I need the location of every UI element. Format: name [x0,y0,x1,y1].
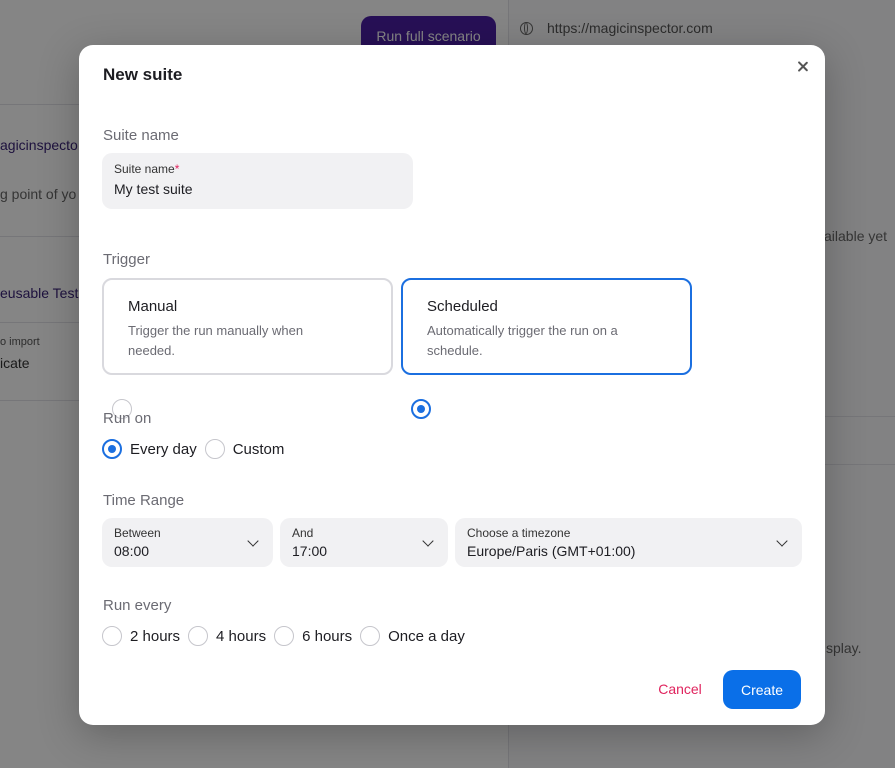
run-every-section-label: Run every [103,597,172,614]
radio-label: 2 hours [130,627,181,645]
radio-label: Custom [232,440,285,458]
card-description: Trigger the run manually when needed. [128,323,304,358]
card-description: Automatically trigger the run on a sched… [427,323,618,358]
close-icon[interactable] [793,57,813,77]
run-on-custom[interactable]: Custom [204,439,285,459]
create-button[interactable]: Create [723,670,801,709]
run-on-every-day[interactable]: Every day [102,439,197,459]
between-value: 08:00 [114,543,150,559]
run-on-section-label: Run on [103,410,152,427]
radio-label: Every day [130,440,197,458]
between-label: Between [114,526,161,540]
suite-name-label: Suite name* [114,162,180,176]
between-select[interactable]: Between 08:00 [102,518,273,567]
required-mark: * [174,162,180,176]
scheduled-radio[interactable] [411,399,431,419]
suite-name-input[interactable]: My test suite [114,181,401,197]
card-title: Manual [128,298,178,315]
time-range-section-label: Time Range [103,492,185,509]
timezone-select[interactable]: Choose a timezone Europe/Paris (GMT+01:0… [455,518,802,567]
trigger-section-label: Trigger [103,251,150,268]
new-suite-modal: New suite Suite name Suite name* My test… [79,45,825,725]
radio-button[interactable] [360,626,381,646]
suite-name-field[interactable]: Suite name* My test suite [102,153,413,209]
run-every-4-hours[interactable]: 4 hours [188,626,266,646]
and-label: And [292,526,314,540]
and-value: 17:00 [292,543,328,559]
run-every-once-a-day[interactable]: Once a day [360,626,465,646]
radio-button[interactable] [274,626,295,646]
and-select[interactable]: And 17:00 [280,518,448,567]
radio-label: 4 hours [216,627,267,645]
radio-button[interactable] [188,626,209,646]
card-title: Scheduled [427,298,498,315]
trigger-card-scheduled[interactable]: Scheduled Automatically trigger the run … [401,278,692,419]
run-every-2-hours[interactable]: 2 hours [102,626,180,646]
run-on-options: Every day Custom [102,439,292,459]
radio-button[interactable] [102,626,122,646]
suite-name-section-label: Suite name [103,127,179,144]
timezone-value: Europe/Paris (GMT+01:00) [467,543,636,559]
cancel-button[interactable]: Cancel [638,670,722,708]
radio-label: 6 hours [302,627,353,645]
run-every-options: 2 hours 4 hours 6 hours Once a day [102,626,473,646]
modal-title: New suite [103,65,183,84]
radio-label: Once a day [388,627,465,645]
custom-radio[interactable] [204,439,225,459]
every-day-radio[interactable] [102,439,122,459]
run-every-6-hours[interactable]: 6 hours [274,626,352,646]
trigger-card-manual[interactable]: Manual Trigger the run manually when nee… [102,278,393,419]
timezone-label: Choose a timezone [467,526,571,540]
